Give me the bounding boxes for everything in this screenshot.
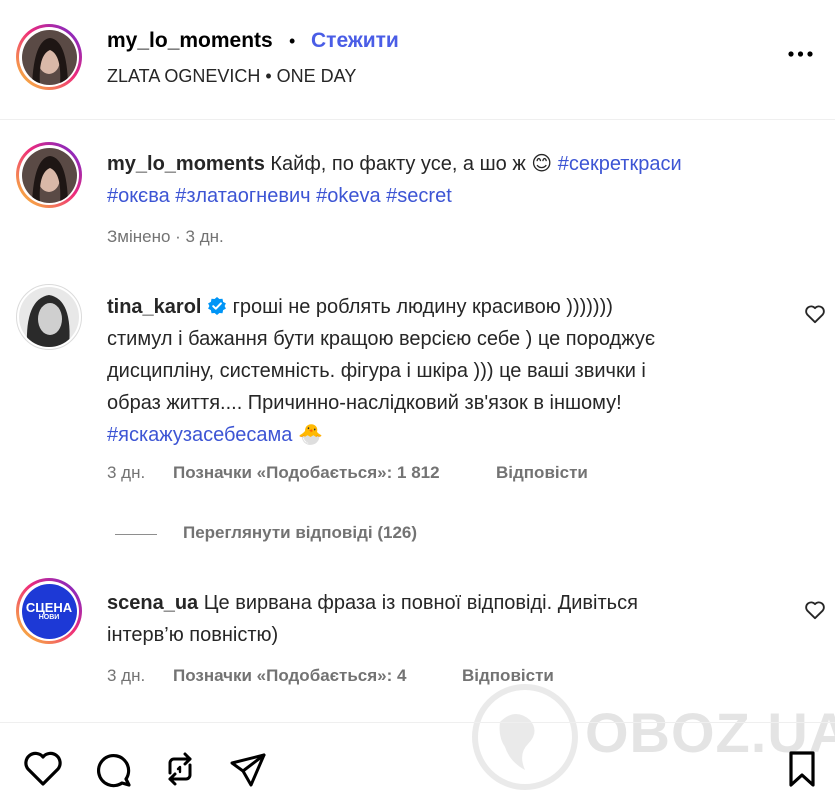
comment-text: гроші не роблять людину красивою )))))))	[232, 296, 613, 318]
reply-button[interactable]: Відповісти	[496, 463, 588, 483]
comment-time: 3 дн.	[107, 666, 146, 685]
actions-divider	[0, 722, 835, 723]
header-separator: •	[289, 31, 296, 51]
follow-button[interactable]: Стежити	[311, 29, 399, 53]
comment-scena-line1: scena_ua Це вирвана фраза із повної відп…	[107, 587, 797, 619]
more-options-button[interactable]	[786, 44, 816, 64]
comment-username-tina[interactable]: tina_karol	[107, 296, 201, 318]
comment-likes[interactable]: Позначки «Подобається»: 4	[173, 666, 406, 686]
share-button[interactable]	[227, 749, 269, 794]
comment-button[interactable]	[92, 749, 134, 794]
heart-outline-icon	[805, 305, 825, 324]
like-comment-button[interactable]	[804, 600, 826, 625]
view-replies-button[interactable]: Переглянути відповіді (126)	[183, 523, 417, 543]
repost-icon	[168, 752, 192, 786]
replies-divider-line	[115, 534, 157, 535]
caption-hashtags-2[interactable]: #окєва #златаогневич #okeva #secret	[107, 180, 452, 212]
header-avatar[interactable]	[16, 24, 82, 90]
comment-hashtag-line: #яскажузасебесама 🐣	[107, 419, 323, 451]
avatar-logo-text: СЦЕНА	[25, 599, 73, 615]
comment-text: дисципліну, системність. фігура і шкіра …	[107, 360, 646, 382]
smile-emoji: 😊	[531, 153, 553, 175]
comment-text: Це вирвана фраза із повної відповіді. Ди…	[203, 592, 638, 614]
repost-button[interactable]	[160, 749, 200, 794]
comment-text: стимул і бажання бути кращою версією себ…	[107, 328, 656, 350]
more-icon	[788, 51, 813, 57]
comment-text: інтерв’ю повністю)	[107, 624, 279, 646]
bookmark-icon	[789, 751, 815, 787]
profile-photo	[21, 29, 77, 85]
chick-emoji: 🐣	[297, 424, 323, 446]
comment-icon	[97, 754, 131, 788]
heart-icon	[24, 751, 62, 786]
comment-tina-line1: tina_karol гроші не роблять людину краси…	[107, 291, 797, 323]
share-icon	[230, 753, 266, 787]
profile-photo	[21, 147, 77, 203]
caption-meta: Змінено · 3 дн.	[107, 227, 224, 246]
verified-badge-icon	[208, 297, 226, 315]
header-divider	[0, 119, 835, 120]
globe-icon	[472, 684, 578, 790]
avatar-logo-subtext: НОВИ	[38, 613, 60, 621]
caption-username[interactable]: my_lo_moments	[107, 153, 265, 175]
comment-text: образ життя.... Причинно-наслідковий зв'…	[107, 392, 622, 414]
like-comment-button[interactable]	[804, 304, 826, 329]
heart-outline-icon	[805, 601, 825, 620]
caption-body: my_lo_moments Кайф, по факту усе, а шо ж…	[107, 148, 807, 180]
watermark-logo	[470, 682, 580, 797]
like-button[interactable]	[22, 749, 64, 794]
header-username[interactable]: my_lo_moments	[107, 29, 273, 53]
comment-avatar-tina[interactable]	[16, 284, 82, 350]
header-subtitle[interactable]: ZLATA OGNEVICH • ONE DAY	[107, 66, 356, 87]
caption-text: Кайф, по факту усе, а шо ж	[270, 153, 526, 175]
profile-photo	[19, 287, 79, 347]
comment-time: 3 дн.	[107, 463, 146, 482]
save-button[interactable]	[784, 749, 820, 794]
comment-avatar-scena[interactable]: СЦЕНА НОВИ	[16, 578, 82, 644]
comment-hashtag[interactable]: #яскажузасебесама	[107, 424, 292, 446]
comment-likes[interactable]: Позначки «Подобається»: 1 812	[173, 463, 440, 483]
caption-hashtags-1[interactable]: #секреткраси	[558, 153, 682, 175]
caption-avatar[interactable]	[16, 142, 82, 208]
comment-username-scena[interactable]: scena_ua	[107, 592, 198, 614]
